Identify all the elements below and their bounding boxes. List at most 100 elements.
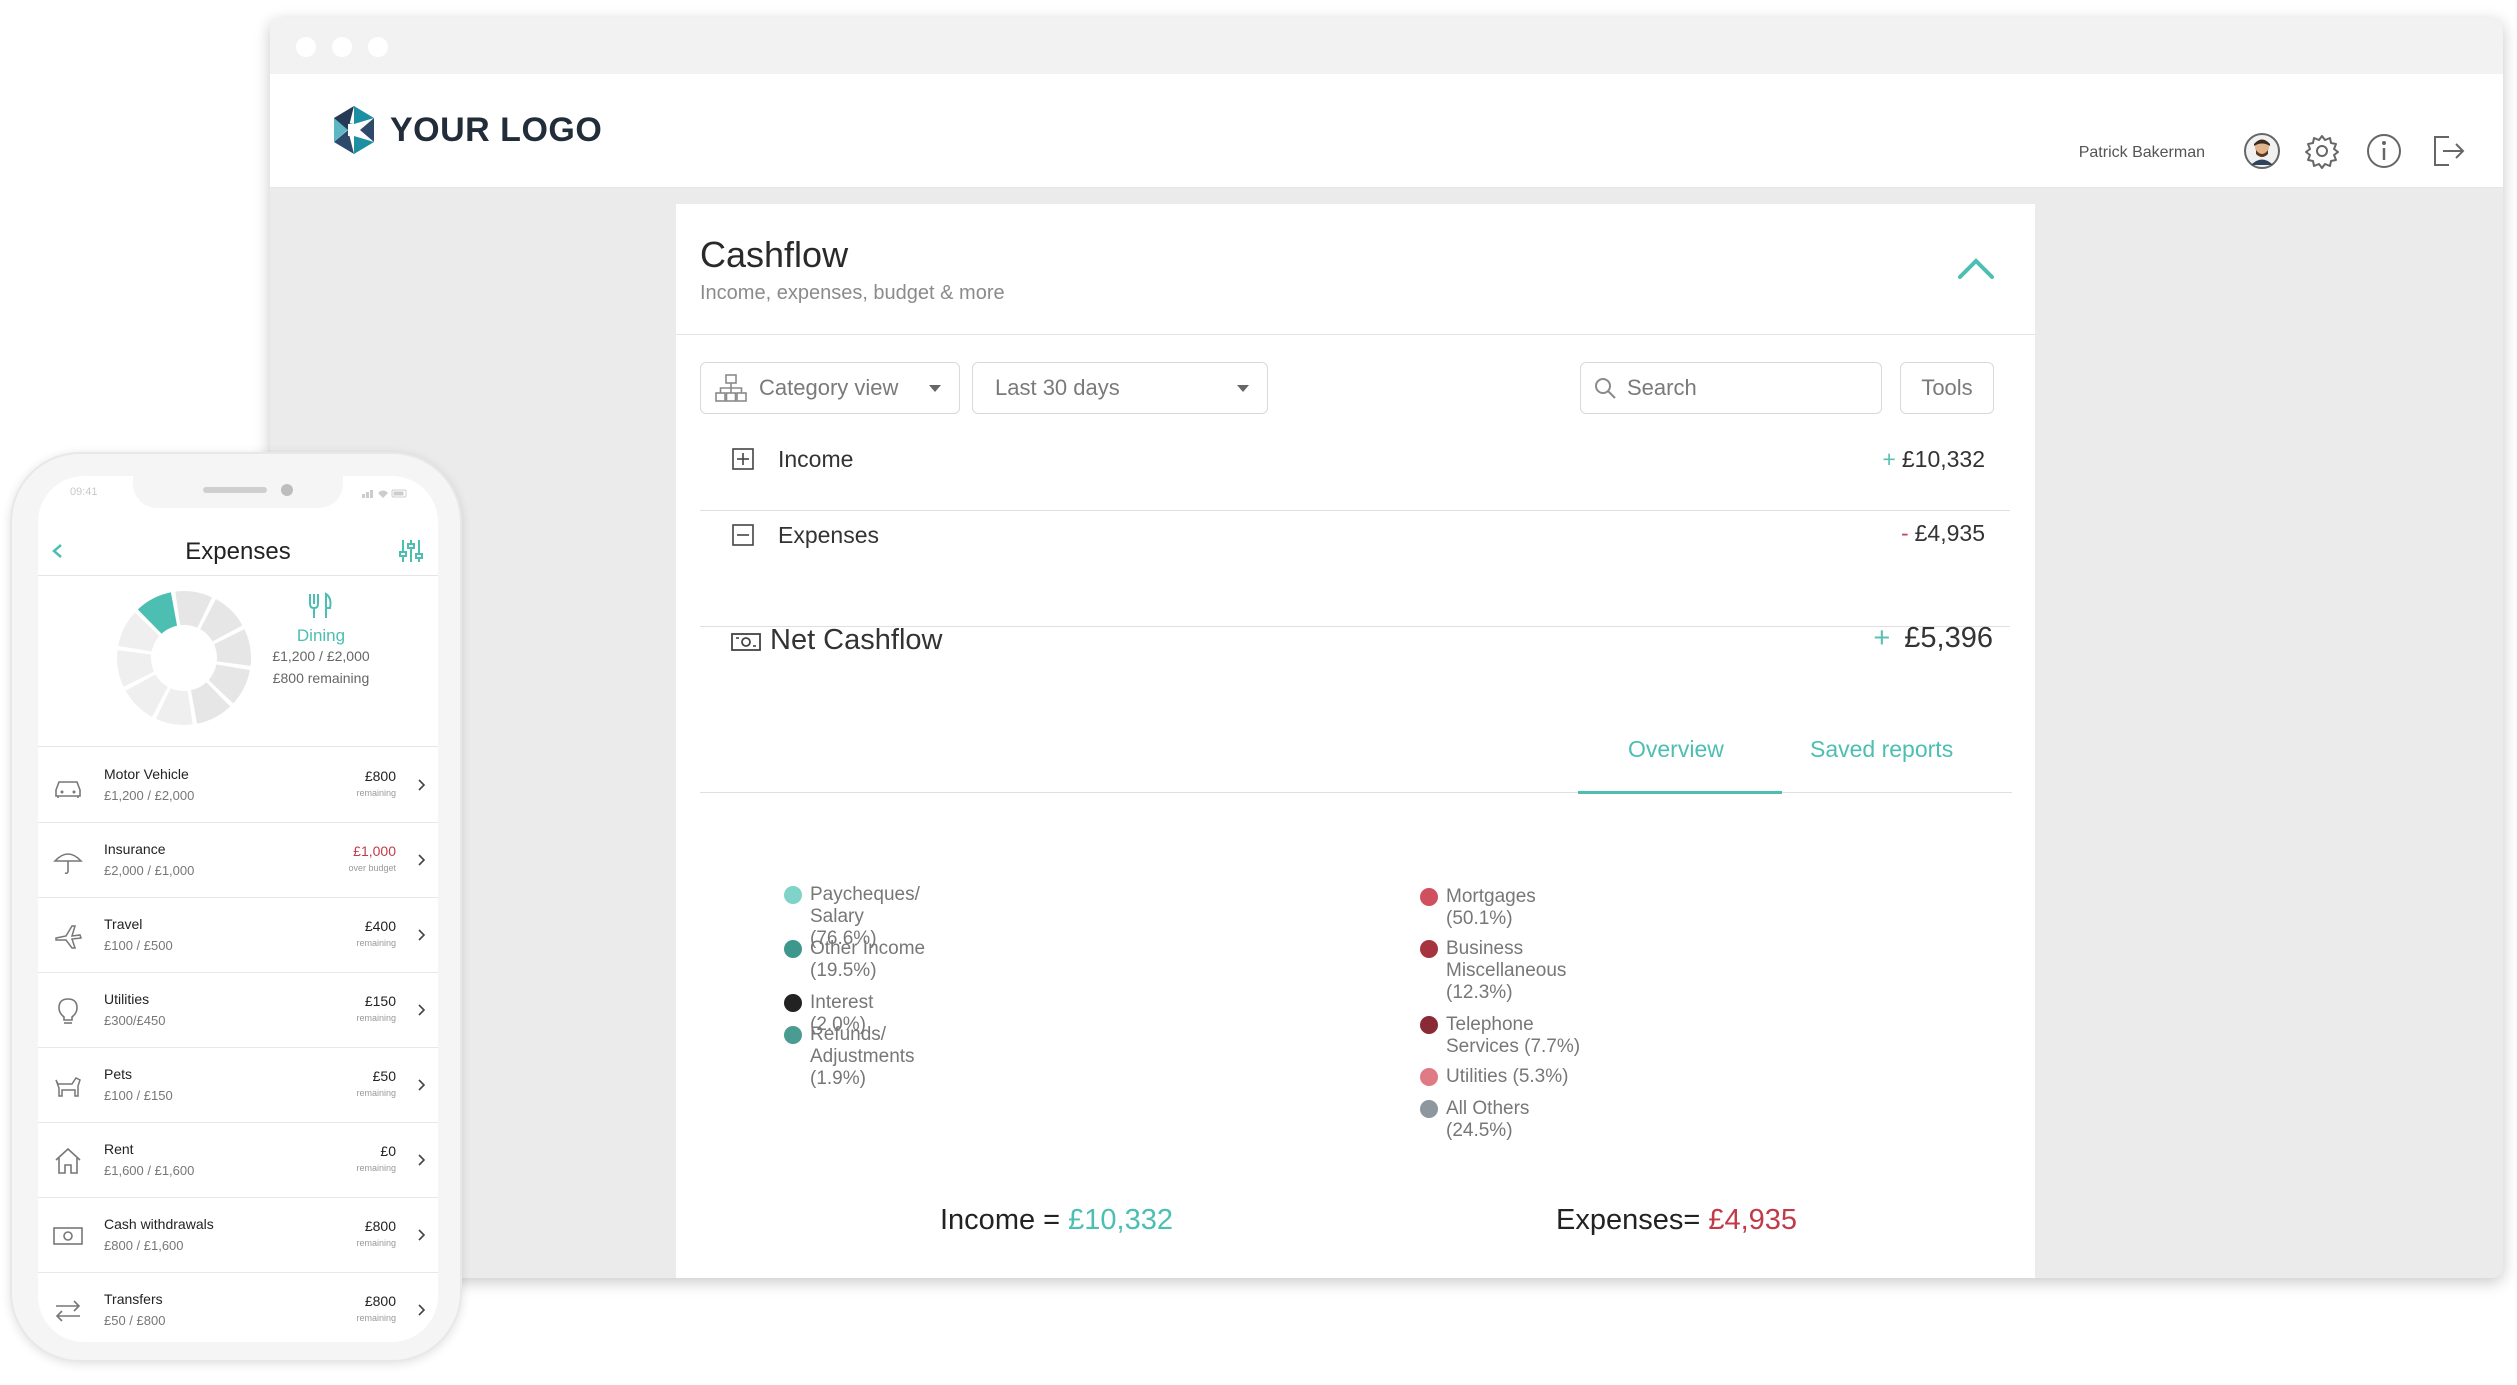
gear-icon[interactable] [2303,132,2341,170]
legend-label: Business Miscellaneous (12.3%) [1446,938,1567,1003]
legend-item[interactable]: Telephone Services (7.7%) [1420,1014,1600,1058]
expense-row[interactable]: Utilities £300/£450 £150 remaining [38,973,438,1048]
chevron-right-icon [418,929,426,941]
expenses-total: Expenses= £4,935 [1556,1204,1797,1237]
net-sign: + [1873,622,1891,654]
expense-status: remaining [356,938,396,948]
chevron-right-icon [418,1304,426,1316]
legend-dot [1420,888,1438,906]
category-view-select[interactable]: Category view [700,362,960,414]
expense-row[interactable]: Transfers £50 / £800 £800 remaining [38,1273,438,1342]
expense-status: remaining [356,1238,396,1248]
chevron-down-icon [929,385,941,392]
expense-name: Rent [104,1141,134,1157]
expense-name: Cash withdrawals [104,1216,214,1232]
legend-dot [1420,940,1438,958]
avatar[interactable] [2243,132,2281,170]
chevron-up-icon[interactable] [1957,256,1995,280]
period-select[interactable]: Last 30 days [972,362,1268,414]
filter-sliders-icon[interactable] [398,538,424,564]
legend-dot [784,994,802,1012]
income-amount: £10,332 [1901,446,1985,472]
expense-name: Pets [104,1066,133,1082]
search-input[interactable]: Search [1580,362,1882,414]
collapse-minus-icon[interactable] [732,524,754,546]
expense-name: Motor Vehicle [104,766,189,782]
page-subtitle: Income, expenses, budget & more [700,282,1005,304]
window-minimize-dot[interactable] [332,37,352,57]
info-icon[interactable] [2365,132,2403,170]
row-divider [700,510,2010,511]
expenses-total-value: £4,935 [1708,1204,1798,1236]
status-icons [362,489,407,498]
user-name[interactable]: Patrick Bakerman [2079,144,2205,162]
phone-device: 09:41 Expenses Dining £1,200 / £2,000 £8… [10,452,462,1362]
income-total-label: Income = [940,1204,1061,1236]
tools-button[interactable]: Tools [1900,362,1994,414]
house-icon [55,1147,81,1174]
window-zoom-dot[interactable] [368,37,388,57]
budget-donut-chart[interactable] [114,588,254,728]
phone-notch [133,476,343,508]
dog-icon [55,1077,81,1097]
expense-row[interactable]: Rent £1,600 / £1,600 £0 remaining [38,1123,438,1198]
dining-icon [309,592,332,618]
net-amount: £5,396 [1904,622,1993,654]
expenses-row-label[interactable]: Expenses [778,522,879,549]
legend-label: Telephone Services (7.7%) [1446,1014,1581,1057]
chevron-right-icon [418,1229,426,1241]
legend-label: Mortgages (50.1%) [1446,886,1536,929]
expense-name: Utilities [104,991,150,1007]
income-row-label[interactable]: Income [778,446,853,473]
car-icon [55,781,81,798]
legend-label: Other Income (19.5%) [810,938,926,981]
expand-plus-icon[interactable] [732,448,754,470]
net-cashflow-label: Net Cashflow [770,624,943,656]
legend-item[interactable]: Mortgages (50.1%) [1420,886,1600,930]
logo-text: YOUR LOGO [390,110,603,149]
tabs-divider [700,792,2012,793]
logo[interactable]: YOUR LOGO [330,104,602,156]
app-header: YOUR LOGO Patrick Bakerman [270,74,2503,188]
legend-label: All Others (24.5%) [1446,1098,1530,1141]
camera [281,484,293,496]
expense-row[interactable]: Insurance £2,000 / £1,000 £1,000 over budge… [38,823,438,898]
expense-name: Insurance [104,841,166,857]
legend-dot [1420,1016,1438,1034]
expense-amount: £400 [364,918,396,934]
dining-remaining: £800 remaining [272,670,370,686]
legend-item[interactable]: Business Miscellaneous (12.3%) [1420,938,1600,1004]
divider [676,334,2035,335]
expense-row[interactable]: Travel £100 / £500 £400 remaining [38,898,438,973]
status-time: 09:41 [70,486,98,498]
legend-item[interactable]: Other Income (19.5%) [784,938,934,982]
chevron-right-icon [418,1154,426,1166]
expense-row[interactable]: Motor Vehicle £1,200 / £2,000 £800 remainin… [38,748,438,823]
phone-header: Expenses [38,526,438,576]
legend-item[interactable]: All Others (24.5%) [1420,1098,1600,1142]
logout-icon[interactable] [2429,132,2467,170]
income-total: Income = £10,332 [940,1204,1173,1237]
expense-amount: £800 [364,768,396,784]
expense-status: remaining [356,1088,396,1098]
legend-item[interactable]: Refunds/ Adjustments (1.9%) [784,1024,934,1090]
tab-saved-reports[interactable]: Saved reports [1810,736,1953,763]
expense-status: remaining [356,1163,396,1173]
logo-icon [334,106,374,154]
expense-range: £800 / £1,600 [104,1238,184,1253]
expenses-total-label: Expenses= [1556,1204,1701,1236]
legend-item[interactable]: Utilities (5.3%) [1420,1066,1600,1088]
chevron-right-icon [418,1079,426,1091]
expense-range: £2,000 / £1,000 [104,863,195,878]
category-view-label: Category view [759,375,899,400]
tab-overview[interactable]: Overview [1628,736,1724,763]
phone-screen: 09:41 Expenses Dining £1,200 / £2,000 £8… [38,476,438,1342]
expense-row[interactable]: Pets £100 / £150 £50 remaining [38,1048,438,1123]
legend-dot [784,886,802,904]
net-cashflow-amount: + £5,396 [1873,622,1993,655]
window-close-dot[interactable] [296,37,316,57]
expense-amount: £800 [364,1218,396,1234]
expense-status: remaining [356,1313,396,1323]
chevron-right-icon [418,854,426,866]
expense-row[interactable]: Cash withdrawals £800 / £1,600 £800 remaini… [38,1198,438,1273]
